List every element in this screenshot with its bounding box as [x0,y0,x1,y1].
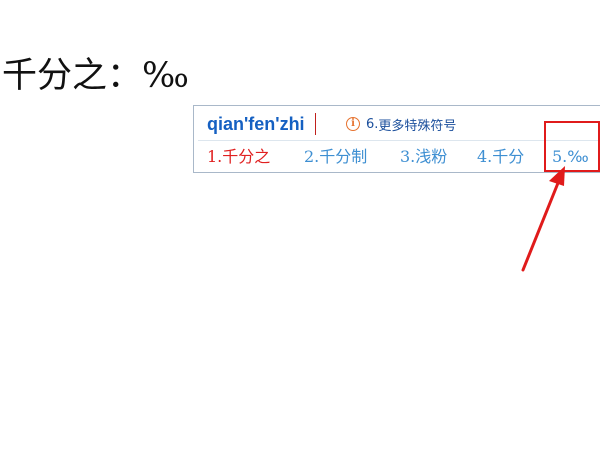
annotation-arrow [521,166,565,272]
arrow-shaft [521,181,560,272]
arrow-head [549,166,565,186]
